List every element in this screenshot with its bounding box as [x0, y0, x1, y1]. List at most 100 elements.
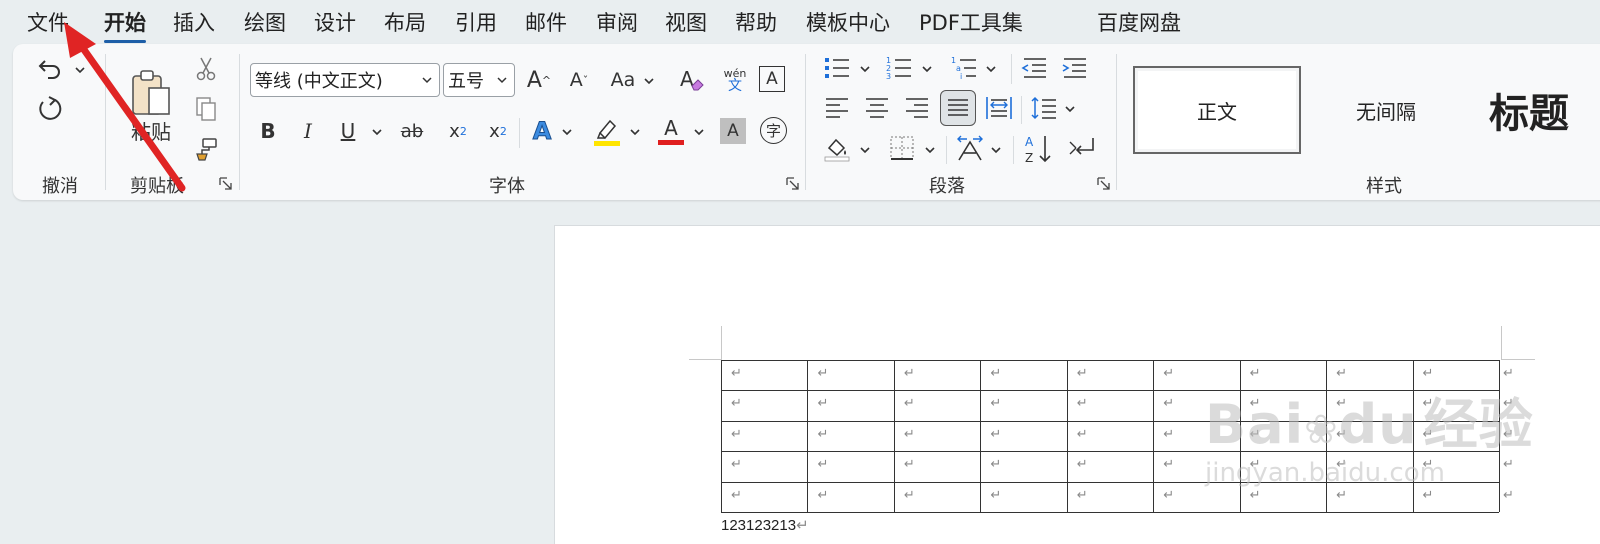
multilevel-list-button[interactable]: 1ai [948, 52, 980, 84]
underline-button[interactable]: U [333, 116, 363, 146]
tab-review[interactable]: 审阅 [596, 7, 638, 37]
table-cell[interactable]: ↵ [1163, 366, 1174, 381]
tab-layout[interactable]: 布局 [384, 7, 426, 37]
table-cell[interactable]: ↵ [904, 396, 915, 411]
line-spacing-button[interactable] [1028, 92, 1060, 124]
style-normal[interactable]: 正文 [1133, 66, 1301, 154]
undo-button[interactable] [33, 52, 67, 86]
table-cell[interactable]: ↵ [990, 396, 1001, 411]
table-cell[interactable]: ↵ [904, 366, 915, 381]
tab-references[interactable]: 引用 [455, 7, 497, 37]
table-cell[interactable]: ↵ [1077, 396, 1088, 411]
table-cell[interactable]: ↵ [1423, 366, 1434, 381]
document-body-text[interactable]: 123123213↵ [721, 516, 809, 534]
paragraph-dialog-launcher-icon[interactable] [1097, 177, 1111, 191]
tab-insert[interactable]: 插入 [173, 7, 215, 37]
tab-home[interactable]: 开始 [104, 7, 146, 43]
table-cell[interactable]: ↵ [904, 427, 915, 442]
table-cell[interactable]: ↵ [1077, 457, 1088, 472]
change-case-dropdown-chevron-icon[interactable] [642, 74, 656, 88]
change-case-button[interactable]: Aa [607, 64, 639, 96]
numbering-button[interactable]: 123 [883, 52, 915, 84]
borders-dropdown-chevron-icon[interactable] [923, 143, 937, 157]
tab-pdf-tools[interactable]: PDF工具集 [919, 7, 1023, 37]
highlight-dropdown-chevron-icon[interactable] [628, 125, 642, 139]
table-cell[interactable]: ↵ [817, 366, 828, 381]
style-no-spacing[interactable]: 无间隔 [1303, 66, 1469, 154]
table-cell[interactable]: ↵ [990, 457, 1001, 472]
numbering-dropdown-chevron-icon[interactable] [920, 62, 934, 76]
chinese-layout-button[interactable] [953, 132, 987, 164]
show-paragraph-marks-button[interactable] [1066, 132, 1098, 164]
line-spacing-dropdown-chevron-icon[interactable] [1063, 102, 1077, 116]
undo-dropdown-chevron-icon[interactable] [73, 63, 87, 77]
tab-draw[interactable]: 绘图 [244, 7, 286, 37]
font-name-combobox[interactable]: 等线 (中文正文) [250, 63, 440, 97]
shading-button[interactable] [821, 132, 853, 164]
table-cell[interactable]: ↵ [731, 427, 742, 442]
character-border-button[interactable]: A [759, 66, 785, 92]
tab-file[interactable]: 文件 [27, 7, 69, 37]
bullets-dropdown-chevron-icon[interactable] [858, 62, 872, 76]
tab-baidu-netdisk[interactable]: 百度网盘 [1097, 7, 1181, 37]
clipboard-dialog-launcher-icon[interactable] [219, 177, 233, 191]
shading-dropdown-chevron-icon[interactable] [858, 143, 872, 157]
table-cell[interactable]: ↵ [990, 488, 1001, 503]
tab-design[interactable]: 设计 [314, 7, 356, 37]
align-center-button[interactable] [861, 92, 893, 124]
text-effects-button[interactable]: A [527, 116, 557, 146]
table-cell[interactable]: ↵ [1163, 396, 1174, 411]
underline-dropdown-chevron-icon[interactable] [370, 125, 384, 139]
justify-button[interactable] [940, 90, 976, 126]
table-cell[interactable]: ↵ [1163, 427, 1174, 442]
table-cell[interactable]: ↵ [731, 457, 742, 472]
character-shading-button[interactable]: A [720, 118, 746, 144]
decrease-indent-button[interactable] [1018, 52, 1050, 84]
table-cell[interactable]: ↵ [1077, 488, 1088, 503]
tab-mailings[interactable]: 邮件 [525, 7, 567, 37]
font-color-button[interactable]: A [655, 114, 687, 148]
table-cell[interactable]: ↵ [731, 396, 742, 411]
table-cell[interactable]: ↵ [1250, 366, 1261, 381]
paste-button[interactable]: 粘贴 [123, 56, 179, 156]
align-right-button[interactable] [901, 92, 933, 124]
style-heading[interactable]: 标题 [1473, 66, 1600, 154]
table-cell[interactable]: ↵ [990, 366, 1001, 381]
format-painter-button[interactable] [191, 134, 221, 164]
distributed-button[interactable] [983, 92, 1015, 124]
table-cell[interactable]: ↵ [1077, 427, 1088, 442]
tab-view[interactable]: 视图 [665, 7, 707, 37]
italic-button[interactable]: I [293, 116, 323, 146]
table-cell[interactable]: ↵ [904, 488, 915, 503]
text-effects-dropdown-chevron-icon[interactable] [560, 125, 574, 139]
table-cell[interactable]: ↵ [817, 427, 828, 442]
multilevel-dropdown-chevron-icon[interactable] [984, 62, 998, 76]
table-cell[interactable]: ↵ [731, 488, 742, 503]
strikethrough-button[interactable]: ab [397, 116, 427, 146]
highlight-button[interactable] [591, 114, 623, 148]
tab-template-center[interactable]: 模板中心 [806, 7, 890, 37]
borders-button[interactable] [886, 132, 918, 164]
font-dialog-launcher-icon[interactable] [786, 177, 800, 191]
cut-button[interactable] [191, 54, 221, 84]
font-color-dropdown-chevron-icon[interactable] [692, 125, 706, 139]
enclose-characters-button[interactable]: 字 [760, 117, 787, 144]
redo-button[interactable] [33, 92, 67, 126]
table-cell[interactable]: ↵ [817, 396, 828, 411]
shrink-font-button[interactable]: Aˇ [563, 64, 595, 96]
clear-formatting-button[interactable]: A [676, 64, 708, 96]
align-left-button[interactable] [821, 92, 853, 124]
table-cell[interactable]: ↵ [817, 488, 828, 503]
subscript-button[interactable]: x2 [443, 116, 473, 146]
tab-help[interactable]: 帮助 [735, 7, 777, 37]
bold-button[interactable]: B [253, 116, 283, 146]
table-cell[interactable]: ↵ [817, 457, 828, 472]
bullets-button[interactable] [821, 52, 853, 84]
table-cell[interactable]: ↵ [1336, 366, 1347, 381]
grow-font-button[interactable]: A ^ [523, 64, 555, 96]
chinese-layout-dropdown-chevron-icon[interactable] [989, 143, 1003, 157]
increase-indent-button[interactable] [1058, 52, 1090, 84]
table-cell[interactable]: ↵ [1163, 457, 1174, 472]
copy-button[interactable] [191, 94, 221, 124]
table-cell[interactable]: ↵ [904, 457, 915, 472]
